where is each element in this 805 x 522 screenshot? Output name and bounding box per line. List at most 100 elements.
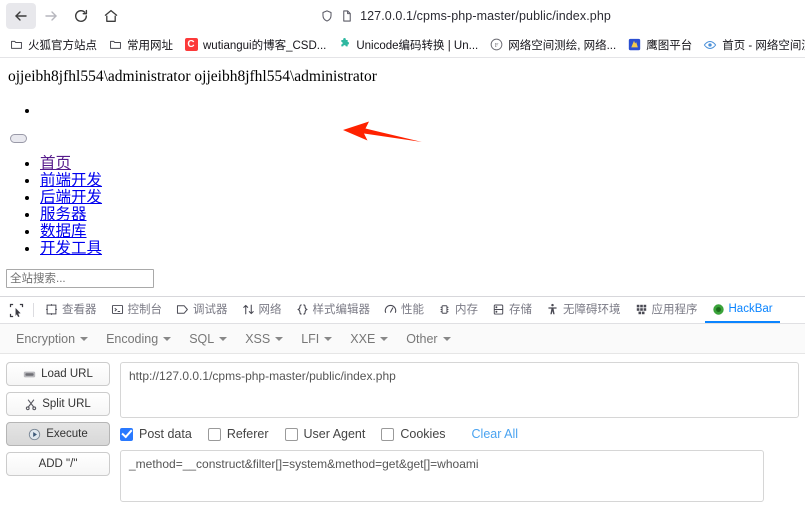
shield-icon[interactable] — [320, 9, 334, 23]
option-label: Referer — [226, 427, 269, 441]
bookmark-common-sites[interactable]: 常用网址 — [103, 35, 178, 55]
chevron-down-icon — [442, 336, 451, 341]
button-label: Load URL — [41, 368, 93, 380]
home-button[interactable] — [96, 3, 126, 29]
referer-option[interactable]: Referer — [207, 427, 269, 441]
sidebar-item-home[interactable]: 首页 — [40, 155, 71, 172]
cookies-checkbox[interactable] — [381, 427, 395, 441]
referer-checkbox[interactable] — [207, 427, 221, 441]
menu-lfi[interactable]: LFI — [293, 328, 340, 350]
bookmark-csdn-blog[interactable]: C wutiangui的博客_CSD... — [179, 35, 331, 55]
tab-application[interactable]: 应用程序 — [628, 297, 705, 323]
hackbar-body: Load URL Split URL Execute ADD "/" http:… — [0, 354, 805, 502]
element-picker-icon[interactable] — [3, 297, 29, 323]
tab-performance[interactable]: 性能 — [377, 297, 431, 323]
tab-inspector[interactable]: 查看器 — [38, 297, 104, 323]
load-url-icon — [23, 369, 36, 380]
execute-button[interactable]: Execute — [6, 422, 110, 446]
forward-button[interactable] — [36, 3, 66, 29]
load-url-button[interactable]: Load URL — [6, 362, 110, 386]
menu-label: XSS — [245, 331, 271, 346]
url-bar[interactable]: 127.0.0.1/cpms-php-master/public/index.p… — [136, 3, 795, 29]
menu-label: Other — [406, 331, 438, 346]
tab-debugger[interactable]: 调试器 — [169, 297, 235, 323]
tab-label: 存储 — [509, 304, 532, 316]
back-button[interactable] — [6, 3, 36, 29]
user-agent-checkbox[interactable] — [284, 427, 298, 441]
post-data-input[interactable] — [120, 450, 764, 502]
folder-icon — [108, 38, 122, 52]
menu-sql[interactable]: SQL — [181, 328, 235, 350]
bookmark-hunter-platform[interactable]: 鹰图平台 — [622, 35, 697, 55]
chevron-down-icon — [324, 336, 333, 341]
network-icon — [242, 303, 255, 316]
bookmark-fofa-mapping[interactable]: F 网络空间测绘, 网络... — [484, 35, 621, 55]
post-data-checkbox[interactable] — [120, 427, 133, 441]
sidebar-item-database[interactable]: 数据库 — [40, 223, 87, 240]
svg-text:F: F — [494, 42, 498, 49]
tab-label: 性能 — [401, 304, 424, 316]
hunter-icon — [627, 38, 641, 52]
debugger-icon — [176, 303, 189, 316]
menu-encryption[interactable]: Encryption — [8, 328, 96, 350]
hackbar-icon — [712, 303, 725, 316]
menu-label: Encoding — [106, 331, 159, 346]
sidebar-item-frontend[interactable]: 前端开发 — [40, 172, 102, 189]
hackbar-options-row: Post data Referer User Agent Cookies Cle… — [120, 418, 799, 450]
tab-style-editor[interactable]: 样式编辑器 — [289, 297, 378, 323]
home-icon — [103, 8, 119, 24]
sidebar-item-devtools[interactable]: 开发工具 — [40, 240, 102, 257]
sidebar-item-backend[interactable]: 后端开发 — [40, 189, 102, 206]
sidebar-item-server[interactable]: 服务器 — [40, 206, 87, 223]
tab-storage[interactable]: 存储 — [485, 297, 539, 323]
bookmark-cyberspace-home[interactable]: 首页 - 网络空间测绘... — [698, 35, 805, 55]
toggle-pill-icon[interactable] — [10, 134, 27, 143]
tab-console[interactable]: 控制台 — [104, 297, 170, 323]
list-item: 服务器 — [40, 206, 805, 223]
reload-button[interactable] — [66, 3, 96, 29]
menu-other[interactable]: Other — [398, 328, 458, 350]
memory-icon — [438, 303, 451, 316]
cookies-option[interactable]: Cookies — [381, 427, 446, 441]
execute-icon — [28, 428, 41, 441]
list-item: 后端开发 — [40, 189, 805, 206]
post-data-option[interactable]: Post data — [120, 427, 192, 441]
menu-xxe[interactable]: XXE — [342, 328, 396, 350]
csdn-icon: C — [184, 38, 198, 52]
tab-label: 样式编辑器 — [312, 304, 371, 316]
arrow-left-icon — [13, 8, 29, 24]
fofa-icon: F — [489, 38, 503, 52]
bookmark-label: Unicode编码转换 | Un... — [356, 39, 479, 52]
menu-encoding[interactable]: Encoding — [98, 328, 179, 350]
list-item: 开发工具 — [40, 240, 805, 257]
bookmark-unicode-converter[interactable]: Unicode编码转换 | Un... — [332, 35, 483, 55]
split-url-button[interactable]: Split URL — [6, 392, 110, 416]
search-input[interactable] — [6, 269, 154, 288]
add-slash-button[interactable]: ADD "/" — [6, 452, 110, 476]
accessibility-icon — [546, 303, 559, 316]
bookmark-firefox-official[interactable]: 火狐官方站点 — [4, 35, 102, 55]
chevron-down-icon — [163, 336, 172, 341]
option-label: User Agent — [303, 427, 366, 441]
tab-network[interactable]: 网络 — [235, 297, 289, 323]
page-icon — [340, 9, 354, 23]
bookmark-label: 鹰图平台 — [646, 39, 693, 52]
url-input[interactable] — [120, 362, 799, 418]
chevron-down-icon — [80, 336, 89, 341]
reload-icon — [73, 8, 89, 24]
chevron-down-icon — [219, 336, 228, 341]
tab-memory[interactable]: 内存 — [431, 297, 485, 323]
tab-label: 内存 — [455, 304, 478, 316]
list-item — [40, 102, 805, 120]
bookmark-label: 火狐官方站点 — [28, 39, 97, 52]
user-agent-option[interactable]: User Agent — [284, 427, 366, 441]
tab-hackbar[interactable]: HackBar — [704, 297, 780, 323]
devtools-toolbar: 查看器 控制台 调试器 网络 样式编辑器 性能 内存 存储 无障碍环境 应用程序… — [0, 297, 805, 324]
tab-label: 调试器 — [193, 304, 228, 316]
chevron-down-icon — [275, 336, 284, 341]
menu-xss[interactable]: XSS — [237, 328, 291, 350]
tab-accessibility[interactable]: 无障碍环境 — [539, 297, 628, 323]
split-url-icon — [25, 398, 37, 411]
clear-all-link[interactable]: Clear All — [472, 427, 519, 441]
bookmarks-bar: 火狐官方站点 常用网址 C wutiangui的博客_CSD... Unicod… — [0, 32, 805, 58]
